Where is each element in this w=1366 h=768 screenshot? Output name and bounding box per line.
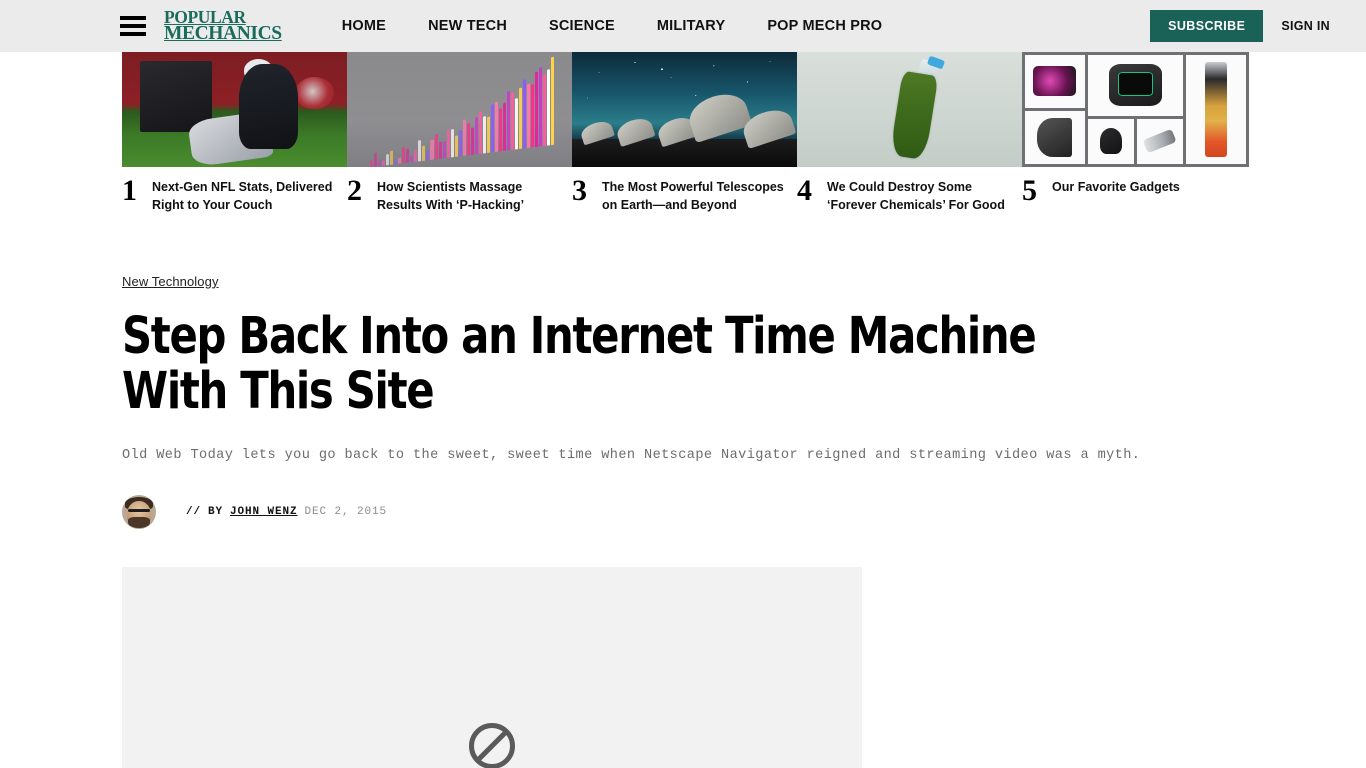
logo-line-2: MECHANICS: [164, 23, 282, 45]
byline-date: DEC 2, 2015: [304, 506, 388, 519]
page-title: Step Back Into an Internet Time Machine …: [122, 306, 1037, 421]
header-actions: SUBSCRIBE SIGN IN: [1150, 10, 1330, 42]
trending-rank: 4: [797, 174, 812, 207]
trending-rank: 1: [122, 174, 137, 207]
byline-author-link[interactable]: JOHN WENZ: [230, 506, 298, 518]
hamburger-line: [120, 32, 146, 36]
trending-title[interactable]: We Could Destroy Some ‘Forever Chemicals…: [827, 177, 1009, 215]
nav-item-new-tech[interactable]: NEW TECH: [428, 18, 507, 34]
nav-item-science[interactable]: SCIENCE: [549, 18, 615, 34]
trending-rank: 2: [347, 174, 362, 207]
article-body: New Technology Step Back Into an Interne…: [0, 273, 1366, 768]
trending-card-1[interactable]: 1 Next-Gen NFL Stats, Delivered Right to…: [122, 52, 347, 215]
article-dek: Old Web Today lets you go back to the sw…: [122, 447, 1141, 463]
hero-image-placeholder: [122, 567, 862, 768]
trending-card-2[interactable]: 2 How Scientists Massage Results With ‘P…: [347, 52, 572, 215]
site-logo[interactable]: POPULAR MECHANICS: [164, 8, 282, 45]
subscribe-button[interactable]: SUBSCRIBE: [1150, 10, 1264, 42]
trending-rank: 3: [572, 174, 587, 207]
article-category-link[interactable]: New Technology: [122, 274, 219, 289]
hamburger-line: [120, 24, 146, 28]
trending-card-4[interactable]: 4 We Could Destroy Some ‘Forever Chemica…: [797, 52, 1022, 215]
main-navigation: HOME NEW TECH SCIENCE MILITARY POP MECH …: [342, 18, 1150, 34]
trending-title[interactable]: Our Favorite Gadgets: [1052, 177, 1180, 197]
trending-thumbnail-telescopes[interactable]: [572, 52, 797, 167]
article-byline: // BY JOHN WENZ DEC 2, 2015: [122, 495, 1246, 530]
nav-item-home[interactable]: HOME: [342, 18, 386, 34]
trending-thumbnail-nfl[interactable]: [122, 52, 347, 167]
trending-stories-strip: 1 Next-Gen NFL Stats, Delivered Right to…: [0, 52, 1366, 215]
trending-thumbnail-chart[interactable]: [347, 52, 572, 167]
hamburger-line: [120, 16, 146, 20]
trending-title[interactable]: Next-Gen NFL Stats, Delivered Right to Y…: [152, 177, 334, 215]
trending-rank: 5: [1022, 174, 1037, 207]
trending-thumbnail-bottle[interactable]: [797, 52, 1022, 167]
nav-item-military[interactable]: MILITARY: [657, 18, 725, 34]
trending-thumbnail-gadgets[interactable]: [1022, 52, 1249, 167]
byline-by-label: BY: [208, 506, 224, 519]
hamburger-menu-icon[interactable]: [120, 16, 146, 36]
byline-separator: //: [186, 506, 202, 519]
site-header: POPULAR MECHANICS HOME NEW TECH SCIENCE …: [0, 0, 1366, 52]
nav-item-pop-mech-pro[interactable]: POP MECH PRO: [767, 18, 882, 34]
blocked-image-icon: [469, 723, 515, 768]
trending-title[interactable]: How Scientists Massage Results With ‘P-H…: [377, 177, 559, 215]
trending-title[interactable]: The Most Powerful Telescopes on Earth—an…: [602, 177, 784, 215]
avatar: [122, 495, 156, 530]
trending-card-3[interactable]: 3 The Most Powerful Telescopes on Earth—…: [572, 52, 797, 215]
trending-card-5[interactable]: 5 Our Favorite Gadgets: [1022, 52, 1252, 206]
sign-in-link[interactable]: SIGN IN: [1281, 19, 1330, 33]
